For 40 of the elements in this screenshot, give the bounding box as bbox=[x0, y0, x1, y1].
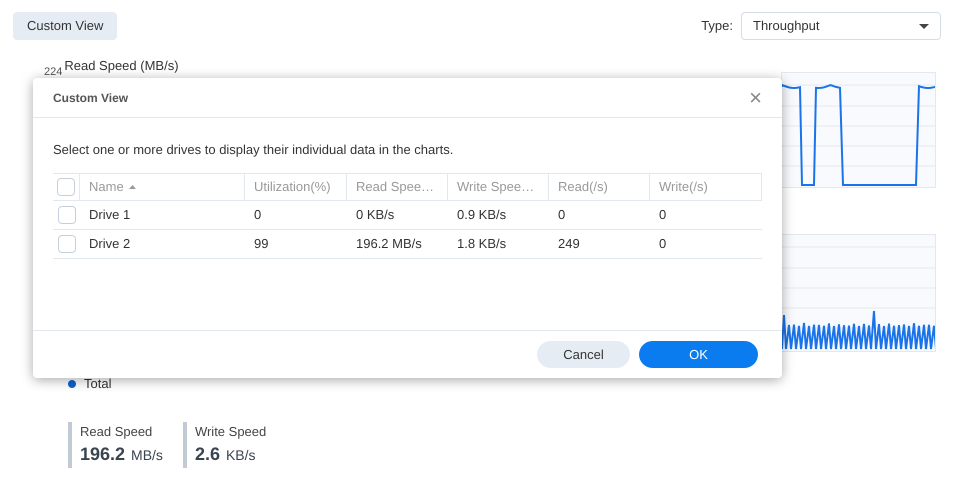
type-label: Type: bbox=[701, 17, 733, 36]
dialog-description: Select one or more drives to display their individual data in the charts. bbox=[53, 141, 454, 159]
table-cell: Drive 2 bbox=[89, 236, 130, 250]
dialog-title: Custom View bbox=[53, 90, 128, 106]
legend-label: Total bbox=[84, 375, 112, 393]
table-cell: 1.8 KB/s bbox=[457, 236, 506, 250]
cancel-button[interactable]: Cancel bbox=[537, 341, 630, 368]
table-cell: 0 bbox=[558, 206, 566, 222]
table-cell: 0 bbox=[659, 206, 666, 222]
stat-value: 2.6 bbox=[194, 443, 220, 466]
stat-unit: MB/s bbox=[131, 446, 163, 465]
column-header[interactable]: Read Spee… bbox=[347, 174, 448, 200]
checkbox[interactable] bbox=[57, 178, 75, 196]
checkbox[interactable] bbox=[58, 206, 76, 224]
table-cell: 0 bbox=[659, 236, 666, 250]
table-cell: 99 bbox=[254, 236, 268, 250]
custom-view-button[interactable]: Custom View bbox=[13, 12, 118, 40]
table-cell: 0 bbox=[254, 206, 262, 222]
type-dropdown[interactable]: Throughput bbox=[741, 12, 941, 40]
table-cell: 196.2 MB/s bbox=[356, 236, 422, 250]
column-header[interactable]: Read(/s) bbox=[549, 174, 650, 200]
column-header[interactable]: Write Spee… bbox=[448, 174, 549, 200]
table-cell: 249 bbox=[558, 236, 580, 250]
chart-title: Read Speed (MB/s) bbox=[64, 59, 179, 72]
checkbox[interactable] bbox=[58, 234, 76, 252]
table-cell: 0 KB/s bbox=[356, 206, 394, 222]
stat-value: 196.2 bbox=[80, 443, 126, 466]
ok-button[interactable]: OK bbox=[639, 341, 758, 368]
close-button[interactable]: × bbox=[749, 86, 762, 108]
stat-unit: KB/s bbox=[226, 446, 256, 465]
axis-tick-label: 224 bbox=[44, 67, 62, 78]
column-header[interactable]: Name bbox=[80, 174, 245, 200]
stat-label: Read Speed bbox=[80, 422, 154, 441]
column-header[interactable]: Write(/s) bbox=[650, 174, 762, 200]
column-header[interactable]: Utilization(%) bbox=[245, 174, 347, 200]
stat-label: Write Speed bbox=[194, 422, 266, 441]
sort-up-icon bbox=[128, 184, 136, 188]
table-cell: 0.9 KB/s bbox=[457, 206, 506, 222]
caret-icon bbox=[919, 24, 929, 28]
table-cell: Drive 1 bbox=[89, 206, 130, 222]
